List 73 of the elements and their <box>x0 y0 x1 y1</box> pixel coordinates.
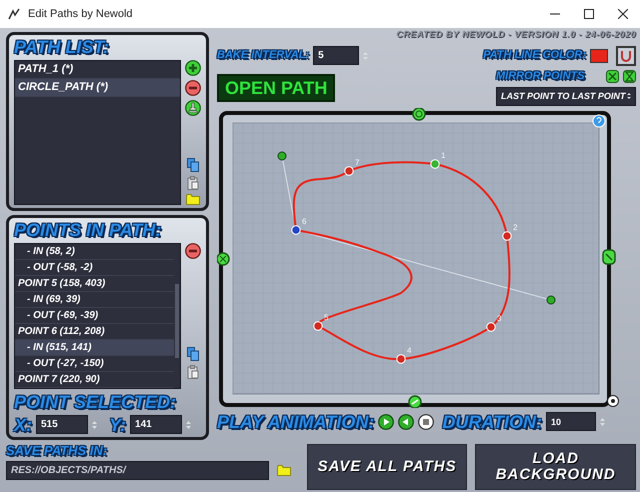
path-point[interactable] <box>396 354 406 364</box>
folder-icon[interactable] <box>276 465 291 476</box>
mirror-vertical-icon[interactable] <box>623 70 636 82</box>
scrollbar[interactable] <box>175 284 179 358</box>
y-field[interactable]: 141 <box>130 415 182 434</box>
point-number: 7 <box>355 158 360 167</box>
point-list-item[interactable]: POINT 7 (220, 90) <box>15 372 174 388</box>
path-list-item[interactable]: CIRCLE_PATH (*) <box>15 79 180 97</box>
window-title: Edit Paths by Newold <box>28 6 133 22</box>
stamp-icon[interactable] <box>185 100 201 116</box>
point-number: 5 <box>324 313 328 322</box>
reverse-play-icon[interactable] <box>398 414 414 430</box>
mirror-points-label: MIRROR POINTS <box>496 70 585 82</box>
remove-icon[interactable] <box>185 80 201 96</box>
handle-list-item[interactable]: - IN (58, 2) <box>15 244 174 260</box>
control-handle[interactable] <box>278 152 286 160</box>
handle-list-item[interactable]: - OUT (-58, -2) <box>15 260 174 276</box>
handle-list-item[interactable]: - OUT (-27, -150) <box>15 356 174 372</box>
bake-interval-label: BAKE INTERVAL: <box>217 50 310 61</box>
handle-list-item[interactable]: - OUT (-69, -39) <box>15 308 174 324</box>
load-background-button[interactable]: LOAD BACKGROUND <box>475 444 636 490</box>
mirror-mode-dropdown[interactable]: LAST POINT TO LAST POINT <box>496 86 636 106</box>
stop-icon[interactable] <box>418 414 434 430</box>
mirror-horizontal-icon[interactable] <box>606 70 619 82</box>
path-point[interactable] <box>344 166 354 176</box>
app-icon <box>8 8 20 20</box>
target-icon[interactable] <box>607 395 619 407</box>
x-field[interactable]: 515 <box>36 415 88 434</box>
magnet-icon <box>621 50 631 62</box>
path-point[interactable] <box>313 321 323 331</box>
zoom-handle-icon[interactable] <box>602 249 616 265</box>
color-swatch[interactable] <box>590 48 608 62</box>
resize-handle-icon[interactable] <box>217 252 230 266</box>
x-label: X: <box>14 416 32 434</box>
maximize-icon[interactable] <box>584 9 594 19</box>
panel-title: PATH LIST: <box>14 38 110 56</box>
panel-title: POINT SELECTED: <box>14 393 178 411</box>
path-point[interactable] <box>502 231 512 241</box>
point-number: 2 <box>513 223 518 232</box>
open-path-button[interactable]: OPEN PATH <box>217 74 336 102</box>
panel-title: POINTS IN PATH: <box>14 221 162 239</box>
point-list-item[interactable]: POINT 5 (158, 403) <box>15 276 174 292</box>
duration-label: DURATION: <box>442 412 542 430</box>
handle-list-item[interactable]: - IN (515, 141) <box>15 340 174 356</box>
pan-handle-icon[interactable] <box>408 395 422 408</box>
point-number: 6 <box>302 217 306 226</box>
play-animation-label: PLAY ANIMATION: <box>217 412 374 430</box>
magnet-button[interactable] <box>616 46 636 66</box>
save-paths-label: SAVE PATHS IN: <box>6 444 108 457</box>
add-icon[interactable] <box>185 60 201 76</box>
copy-icon[interactable] <box>187 347 199 361</box>
point-number: 4 <box>407 346 412 355</box>
path-point[interactable] <box>486 322 496 332</box>
play-icon[interactable] <box>378 414 394 430</box>
handle-list-item[interactable]: - IN (69, 39) <box>15 292 174 308</box>
duration-field[interactable]: 10 <box>546 412 596 431</box>
spinner-icon <box>627 92 631 100</box>
folder-icon[interactable] <box>186 194 200 205</box>
copy-icon[interactable] <box>187 158 199 172</box>
control-handle[interactable] <box>546 296 556 304</box>
path-line-color-label: PATH LINE COLOR: <box>483 50 586 61</box>
move-handle-icon[interactable] <box>412 108 426 121</box>
close-icon[interactable] <box>618 9 628 19</box>
save-path-field[interactable]: RES://OBJECTS/PATHS/ <box>6 461 269 480</box>
clipboard-icon[interactable] <box>187 176 199 190</box>
y-label: Y: <box>109 416 126 434</box>
credit-text: CREATED BY NEWOLD - VERSION 1.0 - 24-06-2020 <box>395 28 636 41</box>
clipboard-icon[interactable] <box>187 365 199 379</box>
bake-interval-field[interactable]: 5 <box>313 46 360 65</box>
point-number: 1 <box>441 151 446 160</box>
save-all-paths-button[interactable]: SAVE ALL PATHS <box>306 444 468 490</box>
path-point[interactable] <box>291 225 301 235</box>
remove-icon[interactable] <box>185 243 201 259</box>
